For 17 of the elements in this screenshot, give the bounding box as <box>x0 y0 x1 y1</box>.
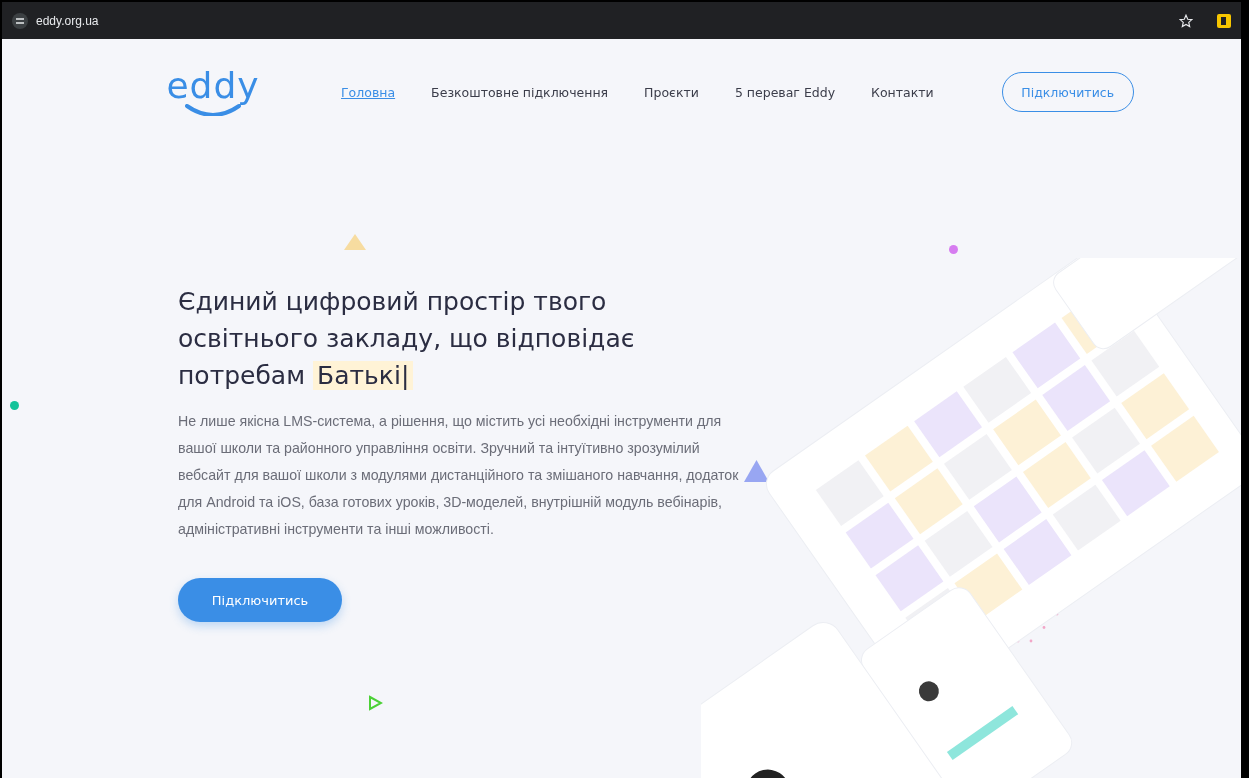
address-bar-url[interactable]: eddy.org.ua <box>36 13 99 28</box>
nav-link[interactable]: Контакти <box>871 84 934 100</box>
hero-description: Не лише якісна LMS-система, а рішення, що містить усі необхідні інструменти для вашої школи та районного управління освіти. Зручний та інтуїтивно зрозумілий вебсайт для вашої школи з модулями дистанційного та змішаного навчання, додаток для Android та iOS, база готових уроків, 3D-моделей, внутрішній модуль вебінарів, адміністративні інструменти та інші можливості. <box>178 412 740 539</box>
nav-link[interactable]: Безкоштовне підключення <box>431 84 609 100</box>
typed-word: Батькі| <box>313 361 414 390</box>
smile-curve-icon <box>183 104 243 116</box>
nav-link[interactable]: 5 переваг Eddy <box>734 84 836 100</box>
extension-icon[interactable] <box>1217 13 1231 28</box>
dot-icon <box>10 401 19 410</box>
triangle-icon <box>744 460 769 482</box>
bookmark-star-icon[interactable] <box>1179 13 1193 28</box>
triangle-icon <box>344 234 366 250</box>
site-settings-icon[interactable] <box>12 12 28 29</box>
dot-icon <box>949 245 958 254</box>
play-outline-icon <box>368 695 383 711</box>
nav-link[interactable]: Проєкти <box>644 84 699 100</box>
hero-heading: потребам <box>178 360 306 392</box>
